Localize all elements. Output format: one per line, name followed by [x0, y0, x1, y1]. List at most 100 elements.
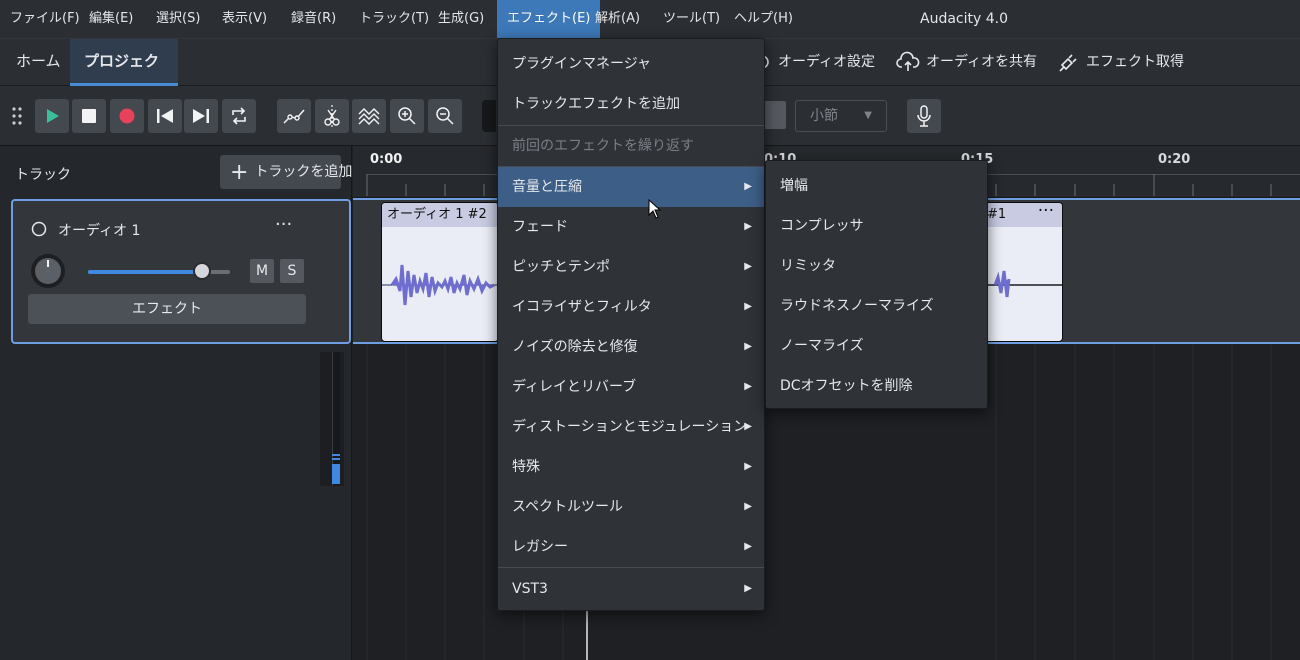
- menu-item-delay-reverb[interactable]: ディレイとリバーブ ▶: [498, 367, 764, 407]
- loop-button[interactable]: [222, 99, 256, 133]
- menu-analyze[interactable]: 解析(A): [593, 0, 642, 38]
- menu-item-compressor[interactable]: コンプレッサ: [766, 206, 987, 246]
- chevron-right-icon: ▶: [744, 541, 752, 552]
- mic-button[interactable]: [907, 99, 941, 133]
- menu-item-remove-dc-offset[interactable]: DCオフセットを削除: [766, 366, 987, 406]
- menu-item-limiter[interactable]: リミッタ: [766, 246, 987, 286]
- audio-settings-button[interactable]: オーディオ設定: [752, 39, 875, 86]
- tab-home[interactable]: ホーム: [2, 39, 75, 86]
- menu-item-label: スペクトルツール: [512, 499, 624, 515]
- mute-button[interactable]: M: [250, 259, 274, 283]
- menu-generate[interactable]: 生成(G): [436, 0, 486, 38]
- menu-effect[interactable]: エフェクト(E): [497, 0, 601, 38]
- time-display: [482, 100, 496, 132]
- get-effects-button[interactable]: エフェクト取得: [1056, 39, 1184, 86]
- audio-clip[interactable]: オーディオ 1 #2: [381, 202, 499, 342]
- skip-to-start-button[interactable]: [148, 99, 182, 133]
- track-more-icon[interactable]: ···: [275, 214, 292, 235]
- tab-project[interactable]: プロジェクト: [70, 39, 178, 115]
- menu-item-special[interactable]: 特殊 ▶: [498, 447, 764, 487]
- track-name[interactable]: オーディオ 1: [58, 220, 140, 240]
- audio-settings-label: オーディオ設定: [778, 54, 876, 70]
- play-button[interactable]: [35, 99, 69, 133]
- skip-start-icon: [157, 109, 173, 123]
- stop-button[interactable]: [72, 99, 106, 133]
- menu-item-vst3[interactable]: VST3 ▶: [498, 569, 764, 609]
- volume-thumb[interactable]: [192, 262, 211, 280]
- menu-select[interactable]: 選択(S): [154, 0, 202, 38]
- snap-select[interactable]: 小節 ▼: [795, 100, 887, 132]
- menu-item-plugin-manager[interactable]: プラグインマネージャ: [498, 44, 764, 84]
- add-track-button[interactable]: + トラックを追加: [220, 155, 352, 189]
- add-track-label: トラックを追加: [254, 164, 353, 180]
- record-button[interactable]: [110, 99, 144, 133]
- clip-title[interactable]: オーディオ 1 #2: [382, 203, 498, 227]
- track-select-radio[interactable]: [31, 221, 47, 237]
- chevron-right-icon: ▶: [744, 301, 752, 312]
- menu-item-label: ディレイとリバーブ: [512, 379, 637, 395]
- menu-help[interactable]: ヘルプ(H): [732, 0, 795, 38]
- menu-edit[interactable]: 編集(E): [87, 0, 135, 38]
- ruler-tick-label: 0:20: [1158, 152, 1191, 167]
- menu-item-label: 音量と圧縮: [512, 179, 582, 195]
- menu-item-distortion-modulation[interactable]: ディストーションとモジュレーション ▶: [498, 407, 764, 447]
- volume-fill: [88, 270, 202, 274]
- menu-tracks[interactable]: トラック(T): [357, 0, 431, 38]
- chevron-right-icon: ▶: [744, 261, 752, 272]
- tracks-panel: トラック + トラックを追加 オーディオ 1 ··· M S エフェクト: [0, 146, 352, 660]
- zoom-in-icon: [398, 107, 416, 125]
- menu-item-label: イコライザとフィルタ: [512, 299, 652, 315]
- cloud-share-icon: [896, 51, 920, 71]
- menu-item-spectral-tools[interactable]: スペクトルツール ▶: [498, 487, 764, 527]
- clip-title-text: #1: [987, 207, 1007, 222]
- menu-item-eq-filters[interactable]: イコライザとフィルタ ▶: [498, 287, 764, 327]
- ruler-tick-label: 0:00: [370, 152, 403, 167]
- menu-item-legacy[interactable]: レガシー ▶: [498, 527, 764, 567]
- share-audio-button[interactable]: オーディオを共有: [896, 39, 1037, 86]
- chevron-right-icon: ▶: [744, 341, 752, 352]
- clip-waveform: [382, 264, 498, 306]
- app-title: Audacity 4.0: [920, 11, 1008, 27]
- clip-title[interactable]: #1 ···: [987, 203, 1062, 227]
- menu-view[interactable]: 表示(V): [220, 0, 269, 38]
- multi-tool-button[interactable]: [352, 99, 386, 133]
- pan-knob-icon[interactable]: [30, 253, 66, 289]
- skip-to-end-button[interactable]: [184, 99, 218, 133]
- chevron-right-icon: ▶: [744, 381, 752, 392]
- menu-item-add-track-effect[interactable]: トラックエフェクトを追加: [498, 84, 764, 124]
- menu-item-label: レガシー: [512, 539, 568, 555]
- chevron-right-icon: ▶: [744, 221, 752, 232]
- mouse-cursor-icon: [648, 199, 662, 219]
- menu-record[interactable]: 録音(R): [289, 0, 338, 38]
- clip-more-icon[interactable]: ···: [1038, 203, 1054, 223]
- menu-item-pitch-tempo[interactable]: ピッチとテンポ ▶: [498, 247, 764, 287]
- menu-tools[interactable]: ツール(T): [661, 0, 722, 38]
- menu-item-repeat-last-effect: 前回のエフェクトを繰り返す: [512, 138, 694, 154]
- share-audio-label: オーディオを共有: [926, 54, 1038, 70]
- menu-item-noise-repair[interactable]: ノイズの除去と修復 ▶: [498, 327, 764, 367]
- menu-item-normalize[interactable]: ノーマライズ: [766, 326, 987, 366]
- envelope-tool-button[interactable]: [277, 99, 311, 133]
- split-tool-button[interactable]: [315, 99, 349, 133]
- track-level-meter: [320, 352, 344, 486]
- tracks-label: トラック: [15, 167, 71, 183]
- audio-clip[interactable]: #1 ···: [987, 202, 1063, 342]
- menu-item-fade[interactable]: フェード ▶: [498, 207, 764, 247]
- record-icon: [119, 108, 135, 124]
- menu-item-label: ノイズの除去と修復: [512, 339, 638, 355]
- track-effects-button[interactable]: エフェクト: [28, 294, 306, 324]
- stop-icon: [82, 109, 96, 123]
- drag-handle-icon[interactable]: [11, 106, 23, 126]
- solo-button[interactable]: S: [280, 259, 304, 283]
- effect-menu: プラグインマネージャ トラックエフェクトを追加 前回のエフェクトを繰り返す 音量…: [497, 38, 765, 611]
- chevron-down-icon: ▼: [864, 110, 872, 121]
- chevron-right-icon: ▶: [744, 583, 752, 594]
- menu-item-loudness-normalize[interactable]: ラウドネスノーマライズ: [766, 286, 987, 326]
- plus-icon: +: [230, 160, 249, 185]
- track-header[interactable]: オーディオ 1 ··· M S エフェクト: [11, 199, 351, 344]
- menu-item-amplify[interactable]: 増幅: [766, 166, 987, 206]
- zoom-out-button[interactable]: [428, 99, 462, 133]
- menu-file[interactable]: ファイル(F): [8, 0, 82, 38]
- menu-item-volume-compression[interactable]: 音量と圧縮 ▶: [498, 167, 764, 207]
- zoom-in-button[interactable]: [390, 99, 424, 133]
